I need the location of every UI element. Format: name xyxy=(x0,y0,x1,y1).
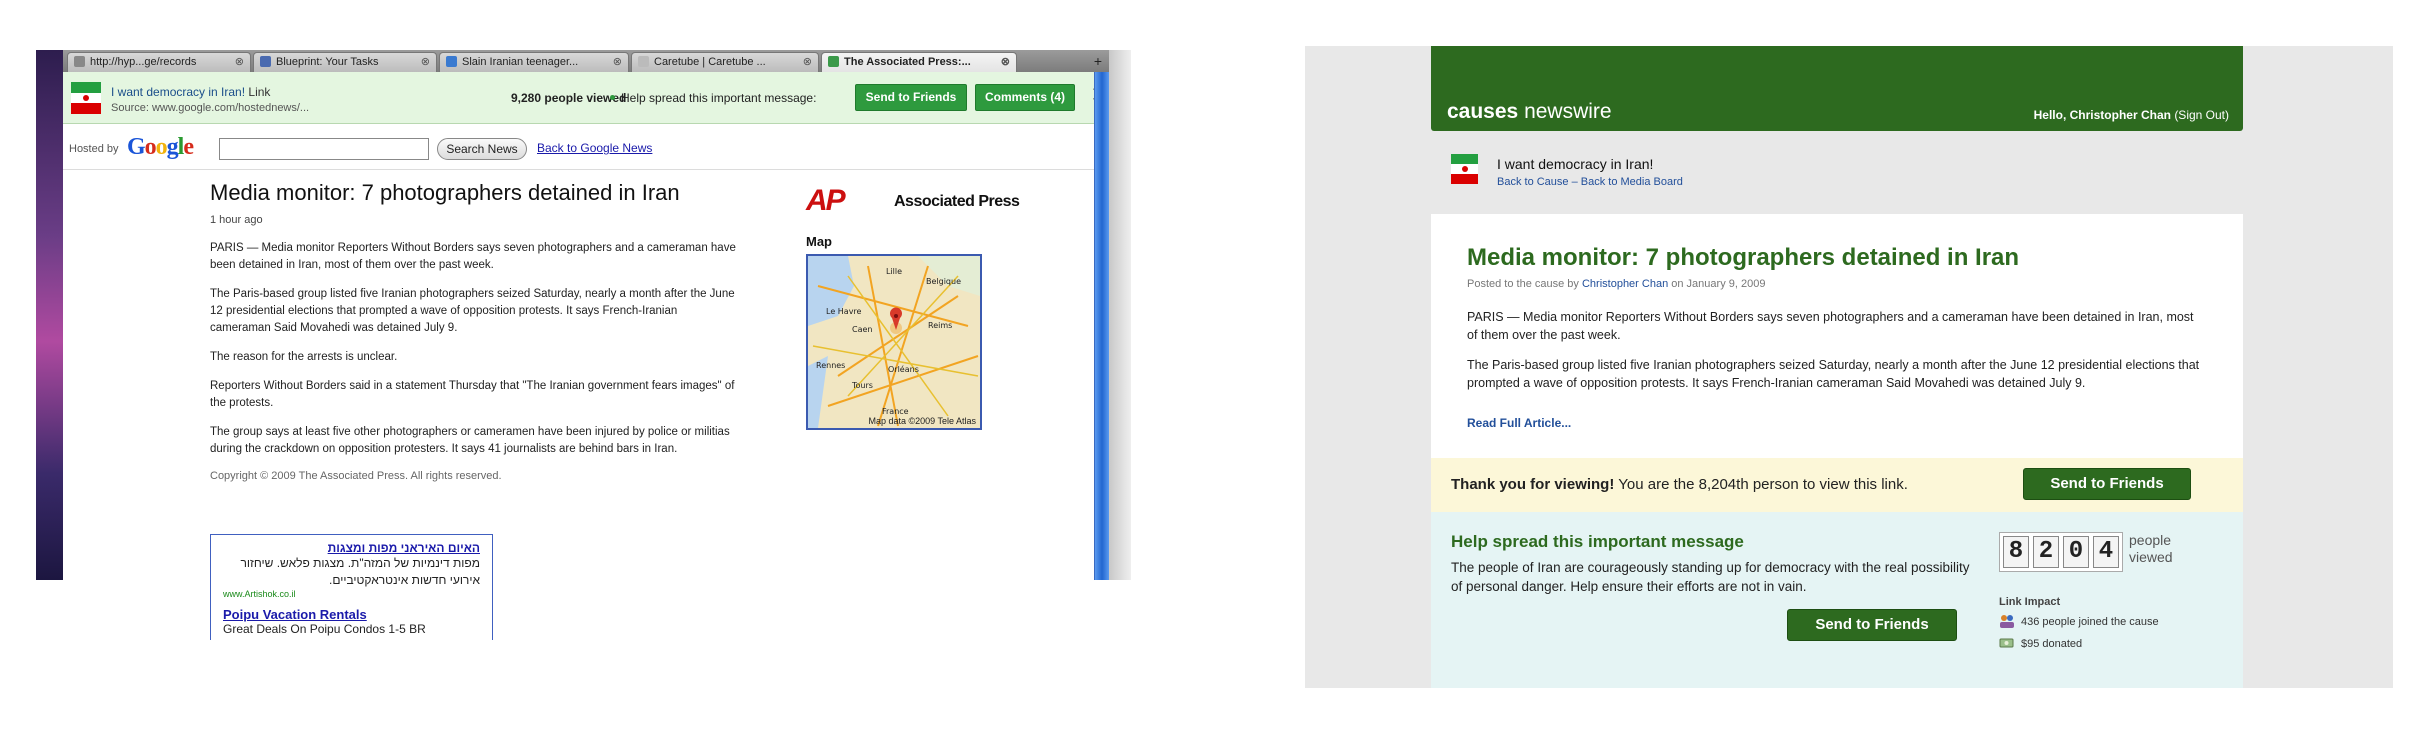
article-paragraph: The Paris-based group listed five Irania… xyxy=(210,288,735,334)
help-spread-panel: Help spread this important message The p… xyxy=(1431,512,2243,688)
cause-title[interactable]: I want democracy in Iran! Link xyxy=(111,85,270,99)
article-paragraph: The group says at least five other photo… xyxy=(210,426,730,455)
counter-digit: 4 xyxy=(2093,536,2119,568)
iran-flag-icon xyxy=(71,82,101,114)
map[interactable]: Lille Belgique Le Havre Reims Caen Renne… xyxy=(806,254,982,430)
close-tab-icon[interactable]: ⊗ xyxy=(613,53,622,71)
new-tab-button[interactable]: + xyxy=(1087,53,1109,71)
browser-tab[interactable]: Caretube | Caretube ... ⊗ xyxy=(631,52,819,72)
cause-nav-links[interactable]: Back to Cause – Back to Media Board xyxy=(1497,176,1683,188)
newswire-logo[interactable]: causes newswire xyxy=(1447,100,1612,124)
ad-title-link[interactable]: Poipu Vacation Rentals xyxy=(223,607,480,622)
browser-screenshot: http://hyp...ge/records ⊗ Blueprint: You… xyxy=(36,50,1131,640)
news-icon xyxy=(446,56,457,67)
map-place: France xyxy=(882,407,909,416)
author-link[interactable]: Christopher Chan xyxy=(1582,278,1668,290)
iran-flag-icon xyxy=(1451,154,1478,184)
article-paragraph: Reporters Without Borders said in a stat… xyxy=(210,380,735,409)
send-to-friends-button[interactable]: Send to Friends xyxy=(1787,609,1957,641)
page-icon xyxy=(74,56,85,67)
ad-box: האיום האיראני מפות ומצגות מפות דינמיות ש… xyxy=(210,534,493,640)
browser-tab-active[interactable]: The Associated Press:... ⊗ xyxy=(821,52,1017,72)
browser-tab-bar: http://hyp...ge/records ⊗ Blueprint: You… xyxy=(63,50,1131,72)
posted-info: Posted to the cause by Christopher Chan … xyxy=(1467,278,1766,290)
source-url: Source: www.google.com/hostednews/... xyxy=(111,102,310,114)
article-title: Media monitor: 7 photographers detained … xyxy=(210,180,680,205)
close-tab-icon[interactable]: ⊗ xyxy=(1001,53,1010,71)
close-tab-icon[interactable]: ⊗ xyxy=(803,53,812,71)
ad-url[interactable]: www.Artishok.co.il xyxy=(223,589,480,599)
map-place: Orléans xyxy=(888,364,919,374)
browser-tab[interactable]: Blueprint: Your Tasks ⊗ xyxy=(253,52,437,72)
ad-title-link[interactable]: האיום האיראני מפות ומצגות xyxy=(223,541,480,555)
sign-out-link[interactable]: (Sign Out) xyxy=(2174,108,2229,122)
help-message: Help spread this important message: xyxy=(621,91,817,105)
article-paragraph: The Paris-based group listed five Irania… xyxy=(1467,358,2200,390)
thanks-message: Thank you for viewing! You are the 8,204… xyxy=(1451,476,1908,493)
money-icon xyxy=(1999,636,2015,650)
google-news-bar: Hosted by Google Search News Back to Goo… xyxy=(63,126,1131,170)
help-title: Help spread this important message xyxy=(1451,532,1744,551)
search-input[interactable] xyxy=(219,138,429,160)
hosted-by-label: Hosted by xyxy=(69,143,119,155)
map-place: Rennes xyxy=(816,361,845,370)
article-paragraph: PARIS — Media monitor Reporters Without … xyxy=(1467,310,2194,342)
google-logo: Google xyxy=(127,134,194,160)
counter-digit: 2 xyxy=(2033,536,2059,568)
help-text: The people of Iran are courageously stan… xyxy=(1451,560,1970,594)
close-tab-icon[interactable]: ⊗ xyxy=(421,53,430,71)
counter-label: people viewed xyxy=(2129,532,2173,565)
read-full-article-link[interactable]: Read Full Article... xyxy=(1467,416,1571,430)
map-place: Tours xyxy=(851,381,873,390)
copyright: Copyright © 2009 The Associated Press. A… xyxy=(210,470,502,482)
causes-icon xyxy=(828,56,839,67)
thanks-banner: Thank you for viewing! You are the 8,204… xyxy=(1431,458,2243,512)
ad-text: Great Deals On Poipu Condos 1-5 BR xyxy=(223,622,426,636)
map-place: Reims xyxy=(928,321,952,330)
send-to-friends-button[interactable]: Send to Friends xyxy=(2023,468,2191,500)
map-place: Lille xyxy=(886,267,902,276)
window-edge xyxy=(1109,50,1131,580)
page-icon xyxy=(638,56,649,67)
desktop-wallpaper xyxy=(36,50,63,580)
counter-digit: 8 xyxy=(2003,536,2029,568)
bullet-icon xyxy=(610,95,615,100)
article-card: Media monitor: 7 photographers detained … xyxy=(1431,214,2243,688)
link-impact-label: Link Impact xyxy=(1999,596,2061,608)
ad-text: מפות דינמיות של המזה"ת. מצגות פלאש. שיחז… xyxy=(240,556,480,587)
view-counter: 8 2 0 4 xyxy=(1999,532,2123,572)
people-icon xyxy=(1999,614,2015,628)
impact-joined: 436 people joined the cause xyxy=(1999,614,2159,628)
search-news-button[interactable]: Search News xyxy=(437,138,527,160)
newswire-page: causes newswire Hello, Christopher Chan … xyxy=(1305,46,2393,688)
map-place: Le Havre xyxy=(826,307,862,316)
scrollbar[interactable] xyxy=(1094,72,1109,580)
article-paragraph: The reason for the arrests is unclear. xyxy=(210,351,398,363)
newswire-header: causes newswire Hello, Christopher Chan … xyxy=(1431,46,2243,131)
article-title: Media monitor: 7 photographers detained … xyxy=(1467,244,2020,271)
browser-tab[interactable]: Slain Iranian teenager... ⊗ xyxy=(439,52,629,72)
send-to-friends-button[interactable]: Send to Friends xyxy=(855,84,967,111)
back-to-google-news-link[interactable]: Back to Google News xyxy=(537,141,652,155)
cause-name[interactable]: I want democracy in Iran! xyxy=(1497,156,1653,172)
map-credit: Map data ©2009 Tele Atlas xyxy=(868,416,976,426)
map-place: Caen xyxy=(852,325,872,334)
browser-tab[interactable]: http://hyp...ge/records ⊗ xyxy=(67,52,251,72)
comments-button[interactable]: Comments (4) xyxy=(975,84,1075,111)
article-time: 1 hour ago xyxy=(210,214,263,226)
user-greeting: Hello, Christopher Chan (Sign Out) xyxy=(2033,108,2229,122)
blueprint-icon xyxy=(260,56,271,67)
close-tab-icon[interactable]: ⊗ xyxy=(235,53,244,71)
causes-toolbar: I want democracy in Iran! Link Source: w… xyxy=(63,72,1131,124)
map-label: Map xyxy=(806,234,832,249)
counter-digit: 0 xyxy=(2063,536,2089,568)
ap-logo: AP Associated Press xyxy=(806,184,1020,217)
impact-donated: $95 donated xyxy=(1999,638,2082,650)
article-paragraph: PARIS — Media monitor Reporters Without … xyxy=(210,242,736,271)
article-body: PARIS — Media monitor Reporters Without … xyxy=(1467,308,2207,404)
article: Media monitor: 7 photographers detained … xyxy=(210,180,740,482)
map-place: Belgique xyxy=(926,277,961,286)
